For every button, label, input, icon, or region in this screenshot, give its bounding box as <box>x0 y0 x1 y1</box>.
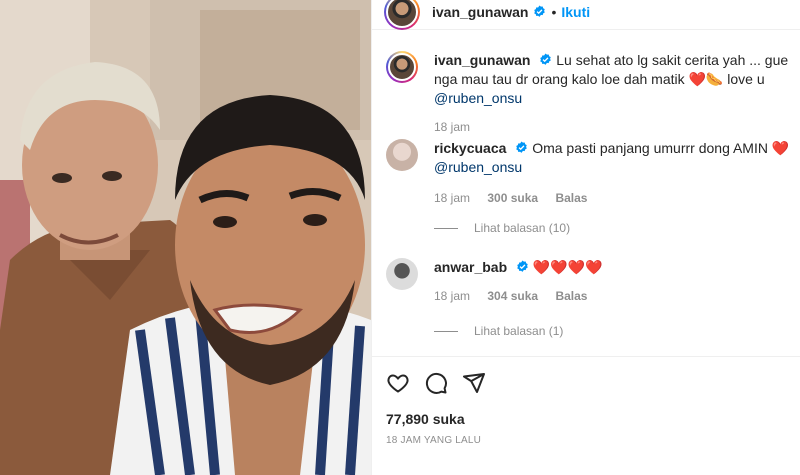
caption-text-block: ivan_gunawan Lu sehat ato lg sakit cerit… <box>434 51 796 108</box>
caption: ivan_gunawan Lu sehat ato lg sakit cerit… <box>386 51 796 134</box>
post-header: ivan_gunawan • Ikuti <box>372 0 800 30</box>
share-icon[interactable] <box>462 371 486 395</box>
comment-text-block: anwar_bab ❤️❤️❤️❤️ <box>434 258 796 277</box>
verified-icon <box>534 5 546 17</box>
verified-icon <box>540 53 552 65</box>
heart-icon[interactable] <box>386 371 410 395</box>
follow-button[interactable]: Ikuti <box>561 4 590 20</box>
comment-time[interactable]: 18 jam <box>434 289 470 303</box>
view-replies-button[interactable]: Lihat balasan (10) <box>434 221 570 235</box>
post-photo[interactable] <box>0 0 371 475</box>
reply-button[interactable]: Balas <box>555 191 587 205</box>
caption-mention[interactable]: @ruben_onsu <box>434 90 522 106</box>
photo-image <box>0 0 371 475</box>
verified-icon <box>517 260 528 272</box>
author-avatar[interactable] <box>384 0 420 30</box>
post-likes-count[interactable]: 77,890 suka <box>386 411 787 427</box>
comment-time[interactable]: 18 jam <box>434 191 470 205</box>
verified-icon <box>516 141 528 153</box>
view-replies-label: Lihat balasan (1) <box>474 324 564 338</box>
comment-rickycuaca: rickycuaca Oma pasti panjang umurrr dong… <box>386 139 796 205</box>
caption-love: love u <box>723 71 765 87</box>
view-replies-button[interactable]: Lihat balasan (1) <box>434 324 563 338</box>
view-replies-label: Lihat balasan (10) <box>474 221 571 235</box>
comment-username[interactable]: rickycuaca <box>434 140 506 156</box>
caption-username[interactable]: ivan_gunawan <box>434 52 530 68</box>
comment-emoji: ❤️❤️❤️❤️ <box>532 259 603 275</box>
comment-anwar-bab: anwar_bab ❤️❤️❤️❤️ 18 jam 304 suka Balas <box>386 258 796 303</box>
comment-text: Oma pasti panjang umurrr dong AMIN <box>532 140 768 156</box>
comment-likes[interactable]: 300 suka <box>487 191 538 205</box>
comment-text-block: rickycuaca Oma pasti panjang umurrr dong… <box>434 139 796 177</box>
caption-emoji: ❤️🌭 <box>688 71 724 87</box>
comment-icon[interactable] <box>424 371 448 395</box>
comment-mention[interactable]: @ruben_onsu <box>434 159 522 175</box>
comment-avatar[interactable] <box>386 258 418 290</box>
caption-meta: 18 jam <box>434 120 796 134</box>
caption-avatar[interactable] <box>386 51 418 83</box>
divider-line <box>434 330 458 332</box>
comment-meta: 18 jam 300 suka Balas <box>434 191 796 205</box>
comment-avatar[interactable] <box>386 139 418 171</box>
comment-emoji: ❤️ <box>771 140 790 156</box>
caption-time[interactable]: 18 jam <box>434 120 470 134</box>
post-actions: 77,890 suka 18 JAM YANG LALU <box>372 356 800 446</box>
action-icons <box>386 369 787 397</box>
post-time-ago[interactable]: 18 JAM YANG LALU <box>386 435 787 446</box>
reply-button[interactable]: Balas <box>555 289 587 303</box>
post-panel: ivan_gunawan • Ikuti ivan_gunawan Lu seh… <box>371 0 800 475</box>
separator-dot: • <box>551 3 557 20</box>
comment-username[interactable]: anwar_bab <box>434 259 507 275</box>
comment-likes[interactable]: 304 suka <box>487 289 538 303</box>
author-username[interactable]: ivan_gunawan <box>432 4 528 20</box>
divider-line <box>434 227 458 229</box>
comment-meta: 18 jam 304 suka Balas <box>434 289 796 303</box>
